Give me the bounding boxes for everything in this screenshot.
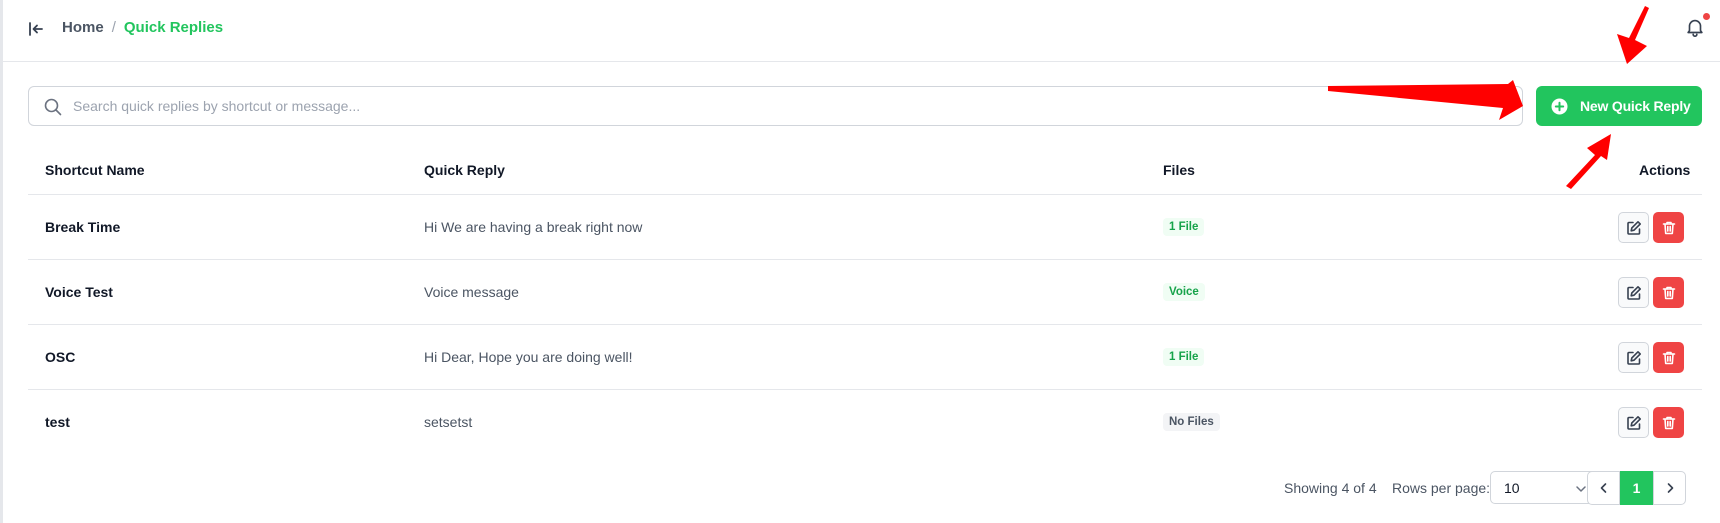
page-button-current[interactable]: 1 — [1620, 471, 1653, 505]
delete-button[interactable] — [1653, 277, 1684, 308]
delete-button[interactable] — [1653, 407, 1684, 438]
chevron-left-icon — [1600, 483, 1606, 493]
trash-icon — [1662, 221, 1675, 234]
rows-per-page-select[interactable]: 10 — [1490, 471, 1601, 504]
quick-reply-text: Hi Dear, Hope you are doing well! — [424, 349, 633, 365]
table-header: Shortcut Name Quick Reply Files Actions — [28, 146, 1702, 195]
files-badge: No Files — [1163, 413, 1220, 431]
next-page-button[interactable] — [1653, 471, 1686, 505]
rows-per-page-label: Rows per page: — [1392, 480, 1491, 496]
trash-icon — [1662, 351, 1675, 364]
edit-icon — [1626, 415, 1641, 430]
collapse-sidebar-icon[interactable] — [25, 18, 47, 40]
files-badge: 1 File — [1163, 218, 1205, 236]
prev-page-button[interactable] — [1587, 471, 1620, 505]
table-row: OSC Hi Dear, Hope you are doing well! 1 … — [28, 325, 1702, 390]
trash-icon — [1662, 286, 1675, 299]
edit-button[interactable] — [1618, 212, 1649, 243]
delete-button[interactable] — [1653, 342, 1684, 373]
row-actions — [1618, 212, 1684, 243]
pager: 1 — [1587, 471, 1686, 505]
new-quick-reply-button[interactable]: New Quick Reply — [1536, 86, 1702, 126]
row-actions — [1618, 277, 1684, 308]
edit-icon — [1626, 285, 1641, 300]
chevron-down-icon — [1576, 486, 1586, 492]
edit-button[interactable] — [1618, 277, 1649, 308]
breadcrumb-separator: / — [111, 19, 116, 36]
showing-count: Showing 4 of 4 — [1284, 480, 1377, 496]
header-actions: Actions — [1639, 162, 1691, 178]
rows-per-page-value: 10 — [1504, 480, 1520, 496]
table-row: Voice Test Voice message Voice — [28, 260, 1702, 325]
files-badge: 1 File — [1163, 348, 1205, 366]
search-icon — [43, 97, 63, 117]
quick-reply-text: Voice message — [424, 284, 519, 300]
table-row: test setsetst No Files — [28, 390, 1702, 455]
breadcrumb: Home / Quick Replies — [62, 19, 223, 36]
edit-icon — [1626, 220, 1641, 235]
shortcut-name: Voice Test — [45, 284, 113, 300]
top-bar: Home / Quick Replies — [3, 0, 1720, 62]
row-actions — [1618, 342, 1684, 373]
edit-button[interactable] — [1618, 342, 1649, 373]
search-input[interactable] — [73, 87, 1503, 125]
files-badge: Voice — [1163, 283, 1205, 301]
pagination-bar: Showing 4 of 4 Rows per page: 10 1 — [3, 471, 1720, 505]
trash-icon — [1662, 416, 1675, 429]
page: Home / Quick Replies Search quick replie… — [0, 0, 1720, 523]
quick-reply-text: Hi We are having a break right now — [424, 219, 643, 235]
header-files: Files — [1163, 162, 1195, 178]
plus-circle-icon — [1551, 98, 1568, 115]
header-shortcut-name: Shortcut Name — [45, 162, 145, 178]
shortcut-name: Break Time — [45, 219, 121, 235]
breadcrumb-home[interactable]: Home — [62, 19, 104, 36]
quick-replies-table: Shortcut Name Quick Reply Files Actions … — [28, 146, 1702, 455]
new-quick-reply-label: New Quick Reply — [1580, 98, 1691, 114]
search-bar — [28, 86, 1523, 126]
quick-reply-text: setsetst — [424, 414, 473, 430]
notification-dot — [1703, 13, 1710, 20]
shortcut-name: OSC — [45, 349, 76, 365]
delete-button[interactable] — [1653, 212, 1684, 243]
chevron-right-icon — [1667, 483, 1673, 493]
shortcut-name: test — [45, 414, 70, 430]
header-quick-reply: Quick Reply — [424, 162, 505, 178]
breadcrumb-current: Quick Replies — [123, 19, 224, 36]
edit-button[interactable] — [1618, 407, 1649, 438]
table-row: Break Time Hi We are having a break righ… — [28, 195, 1702, 260]
edit-icon — [1626, 350, 1641, 365]
row-actions — [1618, 407, 1684, 438]
